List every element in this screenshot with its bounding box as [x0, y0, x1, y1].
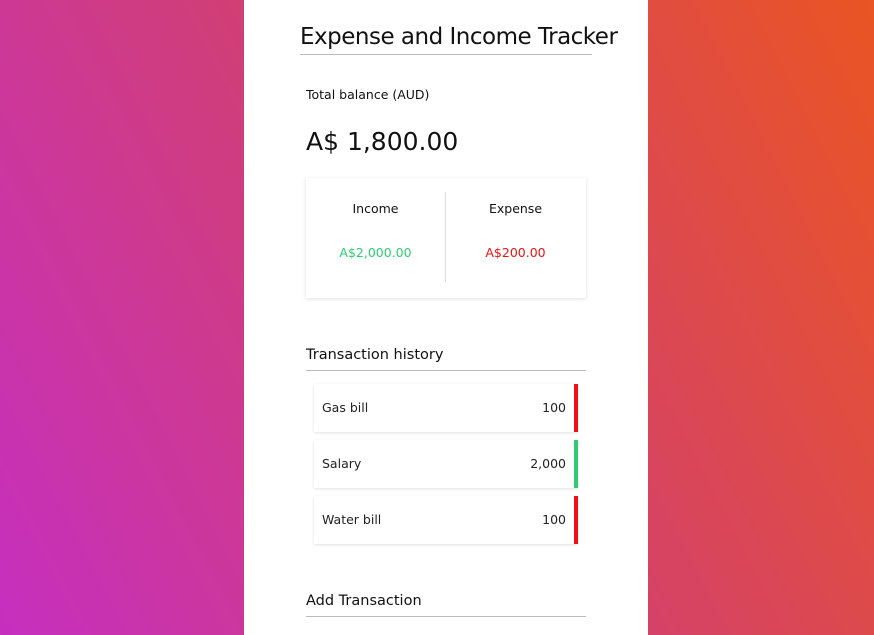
add-transaction-heading: Add Transaction	[306, 592, 586, 617]
transaction-name: Gas bill	[322, 400, 369, 415]
transaction-amount: 100	[542, 400, 566, 415]
balance-value: A$ 1,800.00	[306, 127, 459, 156]
transaction-history-heading: Transaction history	[306, 346, 586, 371]
main-panel: Expense and Income Tracker Total balance…	[244, 0, 648, 635]
transaction-list: Gas bill 100 Salary 2,000 Water bill 100	[314, 384, 578, 552]
income-summary: Income A$2,000.00	[306, 178, 445, 298]
income-expense-card: Income A$2,000.00 Expense A$200.00	[306, 178, 586, 298]
balance-label: Total balance (AUD)	[306, 87, 430, 102]
transaction-amount: 100	[542, 512, 566, 527]
transaction-item[interactable]: Salary 2,000	[314, 440, 578, 488]
transaction-item[interactable]: Water bill 100	[314, 496, 578, 544]
expense-label: Expense	[488, 201, 543, 216]
transaction-type-indicator	[574, 384, 578, 432]
transaction-name: Salary	[322, 456, 362, 471]
page-title: Expense and Income Tracker	[300, 22, 618, 55]
transaction-name: Water bill	[322, 512, 382, 527]
expense-summary: Expense A$200.00	[446, 178, 585, 298]
income-label: Income	[352, 201, 399, 216]
income-value: A$2,000.00	[339, 245, 412, 260]
expense-value: A$200.00	[485, 245, 546, 260]
transaction-item[interactable]: Gas bill 100	[314, 384, 578, 432]
transaction-amount: 2,000	[530, 456, 566, 471]
transaction-type-indicator	[574, 440, 578, 488]
transaction-type-indicator	[574, 496, 578, 544]
